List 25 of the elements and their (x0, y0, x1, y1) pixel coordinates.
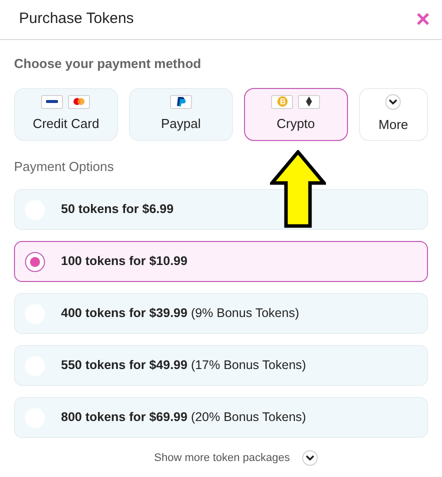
token-option[interactable]: 400 tokens for $39.99 (9% Bonus Tokens) (14, 293, 428, 334)
card-logo-icon (41, 94, 64, 109)
chevron-down-icon (302, 450, 318, 466)
option-label: 550 tokens for $49.99 (17% Bonus Tokens) (61, 357, 306, 374)
section-heading: Payment Options (14, 158, 115, 176)
payment-method-button[interactable]: Credit Card (14, 88, 118, 140)
card-logo-icon (68, 94, 90, 109)
option-label: 400 tokens for $39.99 (9% Bonus Tokens) (61, 305, 300, 322)
paypal-logo-icon (170, 94, 192, 109)
coin-icon (271, 94, 294, 109)
chevron-down-icon (385, 94, 402, 110)
option-label: 50 tokens for $6.99 (61, 201, 174, 218)
option-label: 100 tokens for $10.99 (61, 253, 188, 270)
token-option[interactable]: 100 tokens for $10.99 (14, 241, 428, 282)
dialog-title: Purchase Tokens (19, 9, 134, 30)
token-option[interactable]: 800 tokens for $69.99 (20% Bonus Tokens) (14, 397, 428, 438)
section-heading: Choose your payment method (14, 55, 202, 73)
payment-method-button[interactable]: Paypal (128, 88, 233, 140)
token-option[interactable]: 550 tokens for $49.99 (17% Bonus Tokens) (14, 345, 428, 386)
radio-button[interactable] (25, 252, 45, 272)
option-label: 800 tokens for $69.99 (20% Bonus Tokens) (61, 409, 306, 426)
show-more-link[interactable]: Show more token packages (154, 450, 290, 466)
token-option[interactable]: 50 tokens for $6.99 (14, 189, 428, 230)
payment-method-button[interactable]: Crypto (244, 88, 348, 140)
payment-method-button[interactable]: More (358, 88, 428, 140)
